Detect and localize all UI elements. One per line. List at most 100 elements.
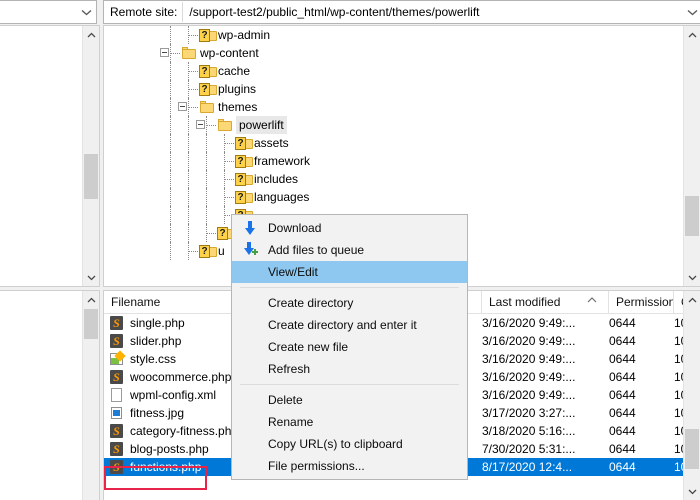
chevron-down-icon[interactable] [684,269,700,286]
add-to-queue-icon [242,242,258,258]
tree-node-label: powerlift [236,116,287,134]
menu-item-label: Download [268,221,322,235]
tree-guide-line [170,134,172,152]
tree-node-label: includes [254,172,299,186]
scrollbar-thumb[interactable] [685,196,699,236]
cell-filename: slider.php [130,334,182,348]
cell-filename: category-fitness.ph [130,424,232,438]
tree-guide-line [224,188,226,206]
folder-icon [182,47,196,59]
remote-site-combobox[interactable]: Remote site: /support-test2/public_html/… [103,0,700,24]
tree-guide-line [224,170,226,188]
folder-unknown-icon: ? [235,173,253,186]
tree-guide-line [206,188,208,206]
tree-guide-line [188,26,190,44]
menu-item-file-permissions[interactable]: File permissions... [232,455,467,477]
tree-guide-line [170,62,172,80]
tree-guide-line [188,188,190,206]
local-file-list[interactable] [0,290,100,500]
tree-expander-toggle[interactable] [196,120,205,129]
menu-item-download[interactable]: Download [232,217,467,239]
tree-node[interactable]: ? assets [104,134,684,152]
tree-node[interactable]: powerlift [104,116,684,134]
tree-guide-line [170,26,172,44]
menu-item-create-directory[interactable]: Create directory [232,292,467,314]
chevron-up-icon[interactable] [83,291,99,308]
scrollbar-thumb[interactable] [685,429,699,469]
menu-item-label: File permissions... [268,459,365,473]
cell-last-modified: 3/17/2020 3:27:... [482,406,576,420]
menu-item-view-edit[interactable]: View/Edit [232,261,467,283]
tree-node[interactable]: ? wp-admin [104,26,684,44]
php-file-icon: S [109,460,124,474]
chevron-up-icon[interactable] [83,26,99,43]
remote-list-scrollbar[interactable] [683,291,700,500]
menu-item-add-files-to-queue[interactable]: Add files to queue [232,239,467,261]
local-list-scrollbar[interactable] [82,291,99,500]
cell-last-modified: 8/17/2020 12:4... [482,460,573,474]
cell-last-modified: 3/16/2020 9:49:... [482,334,576,348]
chevron-up-icon[interactable] [684,26,700,43]
menu-separator [240,287,459,288]
tree-node-label: wp-content [200,46,259,60]
php-file-icon: S [109,442,124,456]
tree-node[interactable]: ? languages [104,188,684,206]
folder-unknown-icon: ? [217,227,235,240]
tree-node-label: themes [218,100,258,114]
tree-node[interactable]: ? includes [104,170,684,188]
chevron-down-icon[interactable] [83,269,99,286]
tree-guide-line [188,170,190,188]
cell-last-modified: 3/16/2020 9:49:... [482,370,576,384]
column-header-permissions[interactable]: Permissions [609,291,674,313]
cell-permissions: 0644 [609,424,636,438]
cell-filename: blog-posts.php [130,442,209,456]
tree-expander-toggle[interactable] [160,48,169,57]
tree-guide-line [170,242,172,260]
menu-item-refresh[interactable]: Refresh [232,358,467,380]
scrollbar-thumb[interactable] [84,309,98,339]
remote-tree-scrollbar[interactable] [683,26,700,286]
menu-item-rename[interactable]: Rename [232,411,467,433]
menu-item-label: Create directory and enter it [268,318,417,332]
menu-item-create-new-file[interactable]: Create new file [232,336,467,358]
cell-permissions: 0644 [609,406,636,420]
cell-permissions: 0644 [609,442,636,456]
tree-node[interactable]: ? plugins [104,80,684,98]
remote-site-path-input[interactable]: /support-test2/public_html/wp-content/th… [183,1,682,23]
chevron-down-icon[interactable] [684,483,700,500]
php-file-icon: S [109,316,124,330]
tree-node[interactable]: ? framework [104,152,684,170]
menu-item-create-directory-and-enter-it[interactable]: Create directory and enter it [232,314,467,336]
tree-guide-line [170,206,172,224]
local-directory-tree[interactable] [0,25,100,287]
cell-permissions: 0644 [609,460,636,474]
menu-item-delete[interactable]: Delete [232,389,467,411]
folder-icon [218,119,232,131]
chevron-down-icon[interactable] [682,1,700,23]
tree-guide-line [188,134,190,152]
tree-node[interactable]: ? cache [104,62,684,80]
menu-item-label: Refresh [268,362,311,376]
tree-expander-toggle[interactable] [178,102,187,111]
cell-permissions: 0644 [609,370,636,384]
download-arrow-icon [242,220,258,236]
tree-guide-line [206,116,208,134]
tree-node[interactable]: themes [104,98,684,116]
cell-filename: functions.php [130,460,202,474]
tree-node-label: assets [254,136,289,150]
file-context-menu[interactable]: Download Add files to queue View/Edit Creat… [231,214,468,480]
tree-guide-line [170,170,172,188]
menu-item-label: Copy URL(s) to clipboard [268,437,403,451]
chevron-down-icon[interactable] [76,1,96,23]
menu-item-copy-url-s-to-clipboard[interactable]: Copy URL(s) to clipboard [232,433,467,455]
local-tree-scrollbar[interactable] [82,26,99,286]
cell-last-modified: 3/16/2020 9:49:... [482,316,576,330]
tree-node-label: wp-admin [218,28,271,42]
local-site-combobox[interactable] [0,0,97,24]
tree-node[interactable]: wp-content [104,44,684,62]
scrollbar-thumb[interactable] [84,154,98,199]
cell-filename: wpml-config.xml [130,388,217,402]
chevron-up-icon[interactable] [684,291,700,308]
folder-unknown-icon: ? [199,65,217,78]
tree-guide-line [188,224,190,242]
